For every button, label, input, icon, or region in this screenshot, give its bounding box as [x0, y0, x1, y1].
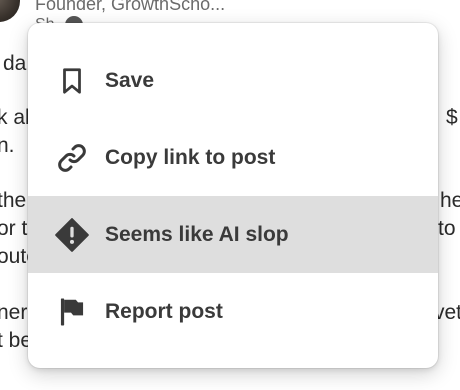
post-text-fragment: or t	[0, 217, 28, 240]
post-text-fragment: n.	[0, 134, 15, 157]
post-text-fragment: $	[446, 106, 458, 129]
post-options-menu: Save Copy link to post Seems like AI slo…	[28, 23, 438, 368]
bookmark-icon	[54, 63, 90, 99]
menu-item-save[interactable]: Save	[28, 42, 438, 119]
warning-icon	[54, 217, 90, 253]
post-text-fragment: to t	[438, 217, 460, 240]
menu-item-ai-slop[interactable]: Seems like AI slop	[28, 196, 438, 273]
menu-item-report[interactable]: Report post	[28, 273, 438, 350]
post-text-fragment: he	[440, 189, 460, 212]
menu-item-label: Seems like AI slop	[105, 222, 289, 246]
flag-icon	[54, 294, 90, 330]
post-text-fragment: the	[0, 189, 27, 212]
author-subtitle: Founder, GrowthScho...	[35, 0, 226, 14]
menu-item-label: Copy link to post	[105, 145, 276, 169]
menu-item-copy-link[interactable]: Copy link to post	[28, 119, 438, 196]
post-text-fragment: da	[3, 52, 27, 75]
menu-item-label: Save	[105, 68, 155, 92]
menu-item-label: Report post	[105, 299, 223, 323]
link-icon	[54, 140, 90, 176]
author-avatar[interactable]	[0, 0, 20, 22]
